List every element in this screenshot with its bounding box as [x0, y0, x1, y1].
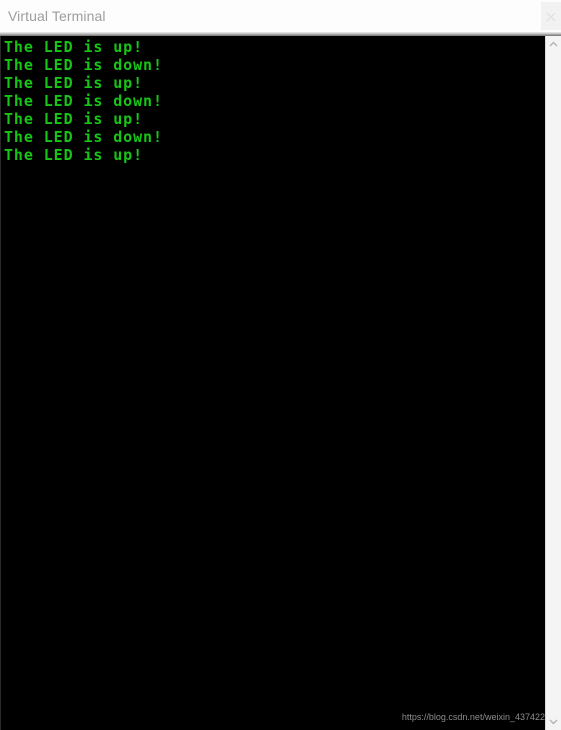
scroll-up-button[interactable]	[546, 36, 561, 53]
terminal-output[interactable]: The LED is up! The LED is down! The LED …	[0, 36, 545, 730]
terminal-line-list: The LED is up! The LED is down! The LED …	[4, 38, 163, 164]
terminal-line: The LED is up!	[4, 146, 144, 164]
terminal-line: The LED is down!	[4, 56, 163, 74]
watermark: https://blog.csdn.net/weixin_437422	[401, 712, 545, 722]
terminal-line: The LED is up!	[4, 38, 144, 56]
window-title: Virtual Terminal	[8, 8, 106, 24]
scrollbar-track[interactable]	[546, 53, 561, 713]
terminal-line: The LED is up!	[4, 110, 144, 128]
scroll-down-button[interactable]	[546, 713, 561, 730]
title-bar: Virtual Terminal	[0, 0, 561, 34]
terminal-line: The LED is down!	[4, 92, 163, 110]
vertical-scrollbar[interactable]	[545, 36, 561, 730]
terminal-line: The LED is up!	[4, 74, 144, 92]
terminal-line: The LED is down!	[4, 128, 163, 146]
close-button[interactable]	[541, 2, 561, 30]
virtual-terminal-window: Virtual Terminal The LED is up! The LED …	[0, 0, 561, 730]
terminal-region: The LED is up! The LED is down! The LED …	[0, 36, 561, 730]
